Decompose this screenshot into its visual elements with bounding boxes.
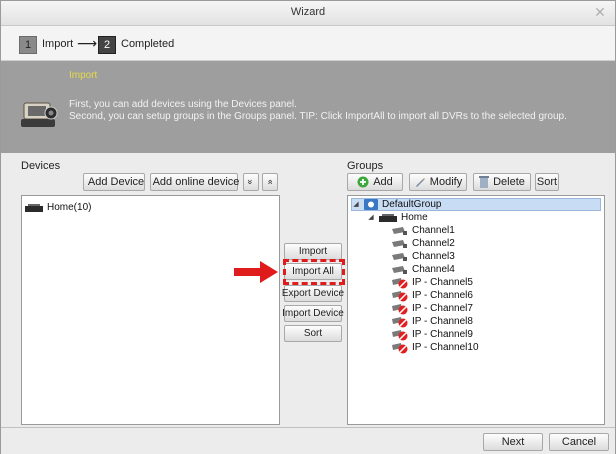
camera-icon xyxy=(392,265,407,274)
channel-label: Channel3 xyxy=(412,251,455,262)
add-group-button[interactable]: Add xyxy=(347,173,403,191)
collapse-arrow-icon[interactable]: ◢ xyxy=(367,211,375,224)
close-icon[interactable]: ✕ xyxy=(593,5,607,19)
next-label: Next xyxy=(501,436,525,448)
next-button[interactable]: Next xyxy=(483,433,543,451)
title-bar: Wizard ✕ xyxy=(1,1,615,26)
collapse-all-icon: » xyxy=(264,179,275,185)
add-icon xyxy=(357,176,369,188)
group-device-home[interactable]: ◢ Home xyxy=(367,211,428,224)
pointer-arrow-icon xyxy=(234,261,278,283)
expand-all-icon: » xyxy=(245,179,256,185)
modify-group-button[interactable]: Modify xyxy=(409,173,467,191)
import-button[interactable]: Import xyxy=(284,243,342,260)
ip-channel-label: IP - Channel7 xyxy=(412,303,473,314)
channel-item[interactable]: Channel1 xyxy=(392,224,455,237)
step-1-number: 1 xyxy=(19,36,37,54)
dvr-icon xyxy=(379,213,397,222)
camera-icon xyxy=(392,252,407,261)
group-item-defaultgroup[interactable]: ◢ DefaultGroup xyxy=(351,198,601,211)
modify-icon xyxy=(415,178,425,187)
ip-camera-icon xyxy=(392,277,408,288)
add-device-button[interactable]: Add Device xyxy=(83,173,145,191)
ip-channel-item[interactable]: IP - Channel9 xyxy=(392,328,473,341)
ip-channel-item[interactable]: IP - Channel8 xyxy=(392,315,473,328)
import-device-label: Import Device xyxy=(282,308,344,319)
group-label: DefaultGroup xyxy=(382,199,442,210)
delete-group-label: Delete xyxy=(493,176,525,188)
collapse-arrow-icon[interactable]: ◢ xyxy=(352,198,360,211)
add-online-device-button[interactable]: Add online device xyxy=(150,173,240,191)
sort-groups-button[interactable]: Sort xyxy=(535,173,559,191)
banner-line-1: First, you can add devices using the Dev… xyxy=(69,99,297,110)
ip-camera-icon xyxy=(392,329,408,340)
sort-label: Sort xyxy=(303,328,323,339)
window-title: Wizard xyxy=(290,6,326,18)
camera-icon xyxy=(392,226,407,235)
cancel-button[interactable]: Cancel xyxy=(549,433,609,451)
channel-label: Channel2 xyxy=(412,238,455,249)
device-item-label: Home(10) xyxy=(47,202,92,213)
ip-channel-label: IP - Channel10 xyxy=(412,342,479,353)
ip-channel-item[interactable]: IP - Channel6 xyxy=(392,289,473,302)
step-indicator: 1 Import ⟶ 2 Completed xyxy=(1,26,615,61)
add-online-device-label: Add online device xyxy=(152,176,240,188)
sort-button[interactable]: Sort xyxy=(284,325,342,342)
ip-channel-label: IP - Channel6 xyxy=(412,290,473,301)
delete-group-button[interactable]: Delete xyxy=(473,173,531,191)
devices-tree[interactable]: Home(10) xyxy=(21,195,280,425)
collapse-all-button[interactable]: » xyxy=(262,173,278,191)
dvr-icon xyxy=(25,203,43,212)
groups-title: Groups xyxy=(347,160,384,172)
device-item-home[interactable]: Home(10) xyxy=(25,201,91,214)
devices-title: Devices xyxy=(21,160,61,172)
modify-group-label: Modify xyxy=(429,176,463,188)
ip-channel-label: IP - Channel9 xyxy=(412,329,473,340)
ip-channel-item[interactable]: IP - Channel7 xyxy=(392,302,473,315)
channel-label: Channel1 xyxy=(412,225,455,236)
ip-camera-icon xyxy=(392,303,408,314)
ip-channel-item[interactable]: IP - Channel10 xyxy=(392,341,479,354)
import-device-button[interactable]: Import Device xyxy=(282,305,344,322)
step-1-label: Import xyxy=(42,38,74,50)
ip-camera-icon xyxy=(392,290,408,301)
camera-icon xyxy=(392,239,407,248)
info-banner: Import First, you can add devices using … xyxy=(1,61,615,153)
channel-item[interactable]: Channel3 xyxy=(392,250,455,263)
export-device-label: Export Device xyxy=(281,288,345,299)
banner-devices-icon xyxy=(21,102,58,127)
delete-icon xyxy=(479,176,490,188)
expand-all-button[interactable]: » xyxy=(243,173,259,191)
wizard-window: Wizard ✕ 1 Import ⟶ 2 Completed Import F… xyxy=(0,0,616,454)
cancel-label: Cancel xyxy=(561,436,597,448)
ip-camera-icon xyxy=(392,342,408,353)
add-device-label: Add Device xyxy=(87,176,145,188)
import-all-label: Import All xyxy=(292,266,334,277)
banner-heading: Import xyxy=(69,70,98,81)
ip-channel-item[interactable]: IP - Channel5 xyxy=(392,276,473,289)
channel-item[interactable]: Channel2 xyxy=(392,237,455,250)
step-2-number: 2 xyxy=(98,36,116,54)
banner-line-2: Second, you can setup groups in the Grou… xyxy=(69,111,567,122)
ip-channel-label: IP - Channel8 xyxy=(412,316,473,327)
import-all-button[interactable]: Import All xyxy=(284,263,342,280)
add-group-label: Add xyxy=(373,176,393,188)
channel-label: Channel4 xyxy=(412,264,455,275)
ip-camera-icon xyxy=(392,316,408,327)
channel-item[interactable]: Channel4 xyxy=(392,263,455,276)
groups-tree[interactable]: ◢ DefaultGroup ◢ Home Channel1 Channel2 … xyxy=(347,195,605,425)
step-2-label: Completed xyxy=(121,38,175,50)
group-icon xyxy=(364,199,378,210)
sort-groups-label: Sort xyxy=(536,176,558,188)
ip-channel-label: IP - Channel5 xyxy=(412,277,473,288)
export-device-button[interactable]: Export Device xyxy=(281,285,345,302)
import-label: Import xyxy=(298,246,328,257)
footer-bar: Next Cancel xyxy=(1,427,615,454)
step-arrow-icon: ⟶ xyxy=(77,35,98,51)
group-device-label: Home xyxy=(401,212,428,223)
